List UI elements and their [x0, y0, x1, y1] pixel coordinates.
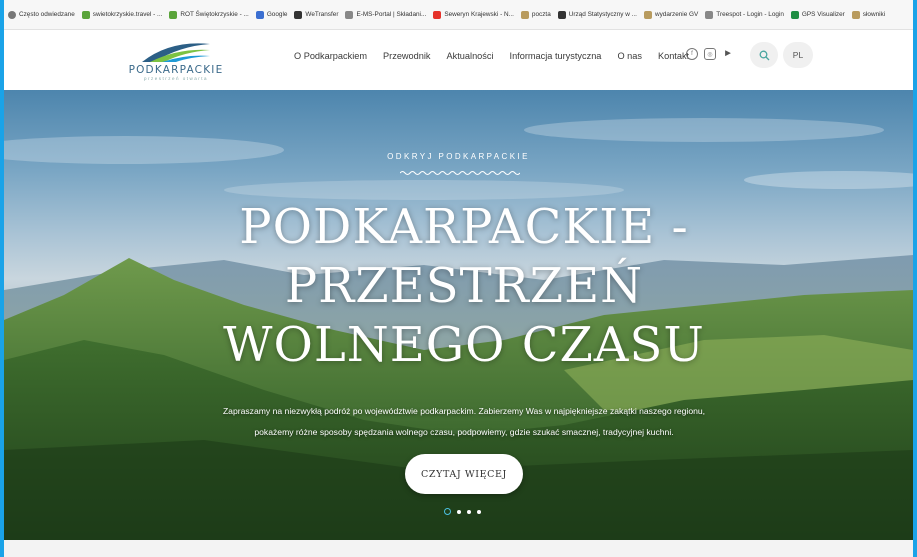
browser-viewport: Często odwiedzane swietokrzyskie.travel …: [4, 0, 913, 557]
gear-icon: [8, 10, 16, 19]
treespot-icon: [705, 10, 714, 19]
logo-text: PODKARPACKIE: [128, 64, 224, 76]
bookmark-item[interactable]: Treespot - Login - Login: [705, 10, 784, 19]
social-links: f ◎ ▶: [686, 48, 734, 60]
nav-item-kontakt[interactable]: Kontakt: [658, 51, 689, 61]
slider-dots: [444, 508, 481, 515]
hero-lead-line: Zapraszamy na niezwykłą podróż po wojewó…: [222, 406, 706, 416]
site-header: PODKARPACKIE przestrzeń otwarta O Podkar…: [4, 30, 913, 90]
hero-title-line: PRZESTRZEŃ: [284, 258, 644, 314]
slider-dot[interactable]: [477, 509, 481, 514]
hero-lead-line: pokażemy różne sposoby spędzania wolnego…: [254, 427, 674, 437]
stat-icon: [557, 10, 566, 19]
folder-icon: [643, 10, 652, 19]
bookmark-item[interactable]: ROT Świętokrzyskie - ...: [169, 10, 249, 19]
google-icon: [255, 10, 264, 19]
slider-dot-active[interactable]: [444, 508, 451, 515]
youtube-icon: [433, 10, 442, 19]
site-icon: [169, 10, 178, 19]
bookmark-item[interactable]: wydarzenie GV: [643, 10, 698, 19]
logo-tagline: przestrzeń otwarta: [143, 76, 208, 81]
main-nav: O Podkarpackiem Przewodnik Aktualności I…: [294, 30, 705, 82]
bookmark-item[interactable]: E-MS-Portal | Składani...: [345, 10, 426, 19]
bookmark-item[interactable]: Urząd Statystyczny w ...: [557, 10, 637, 19]
bookmark-item[interactable]: swietokrzyskie.travel - ...: [81, 10, 162, 19]
search-icon: [759, 50, 769, 60]
hero-lead: Zapraszamy na niezwykłą podróż po wojewó…: [154, 401, 774, 443]
language-switcher[interactable]: PL: [783, 42, 813, 68]
nav-item-aktualnosci[interactable]: Aktualności: [447, 51, 494, 61]
wetransfer-icon: [294, 10, 303, 19]
wave-divider-icon: [400, 171, 520, 175]
nav-item-o-nas[interactable]: O nas: [617, 51, 642, 61]
bookmarks-bar: Często odwiedzane swietokrzyskie.travel …: [4, 0, 913, 30]
search-button[interactable]: [750, 42, 778, 68]
nav-item-o-podkarpackiem[interactable]: O Podkarpackiem: [294, 51, 367, 61]
hero-title-line: PODKARPACKIE -: [239, 199, 689, 255]
hero-slider: ODKRYJ PODKARPACKIE PODKARPACKIE - PRZES…: [4, 90, 913, 540]
bookmark-item[interactable]: Seweryn Krajewski - N...: [433, 10, 514, 19]
gps-icon: [790, 10, 799, 19]
portal-icon: [345, 10, 354, 19]
read-more-button[interactable]: CZYTAJ WIĘCEJ: [405, 454, 523, 494]
site-logo[interactable]: PODKARPACKIE przestrzeń otwarta: [126, 38, 226, 82]
bookmark-item[interactable]: Często odwiedzane: [8, 10, 75, 19]
bookmark-item[interactable]: Google: [255, 10, 287, 19]
hero-kicker: ODKRYJ PODKARPACKIE: [387, 152, 530, 161]
facebook-icon[interactable]: f: [686, 48, 698, 60]
hero-title: PODKARPACKIE - PRZESTRZEŃ WOLNEGO CZASU: [124, 198, 804, 375]
content-section-start: [4, 540, 913, 557]
site-icon: [81, 10, 90, 19]
bookmark-item[interactable]: WeTransfer: [294, 10, 338, 19]
bookmark-item[interactable]: poczta: [520, 10, 551, 19]
folder-icon: [520, 10, 529, 19]
folder-icon: [851, 10, 860, 19]
bookmark-item[interactable]: GPS Visualizer: [790, 10, 845, 19]
slider-dot[interactable]: [467, 509, 471, 514]
nav-item-informacja-turystyczna[interactable]: Informacja turystyczna: [510, 51, 602, 61]
youtube-icon[interactable]: ▶: [722, 48, 734, 60]
hero-title-line: WOLNEGO CZASU: [223, 317, 705, 373]
bookmark-item[interactable]: słowniki: [851, 10, 885, 19]
instagram-icon[interactable]: ◎: [704, 48, 716, 60]
nav-item-przewodnik[interactable]: Przewodnik: [383, 51, 431, 61]
slider-dot[interactable]: [457, 509, 461, 514]
logo-mark-icon: [142, 43, 210, 62]
